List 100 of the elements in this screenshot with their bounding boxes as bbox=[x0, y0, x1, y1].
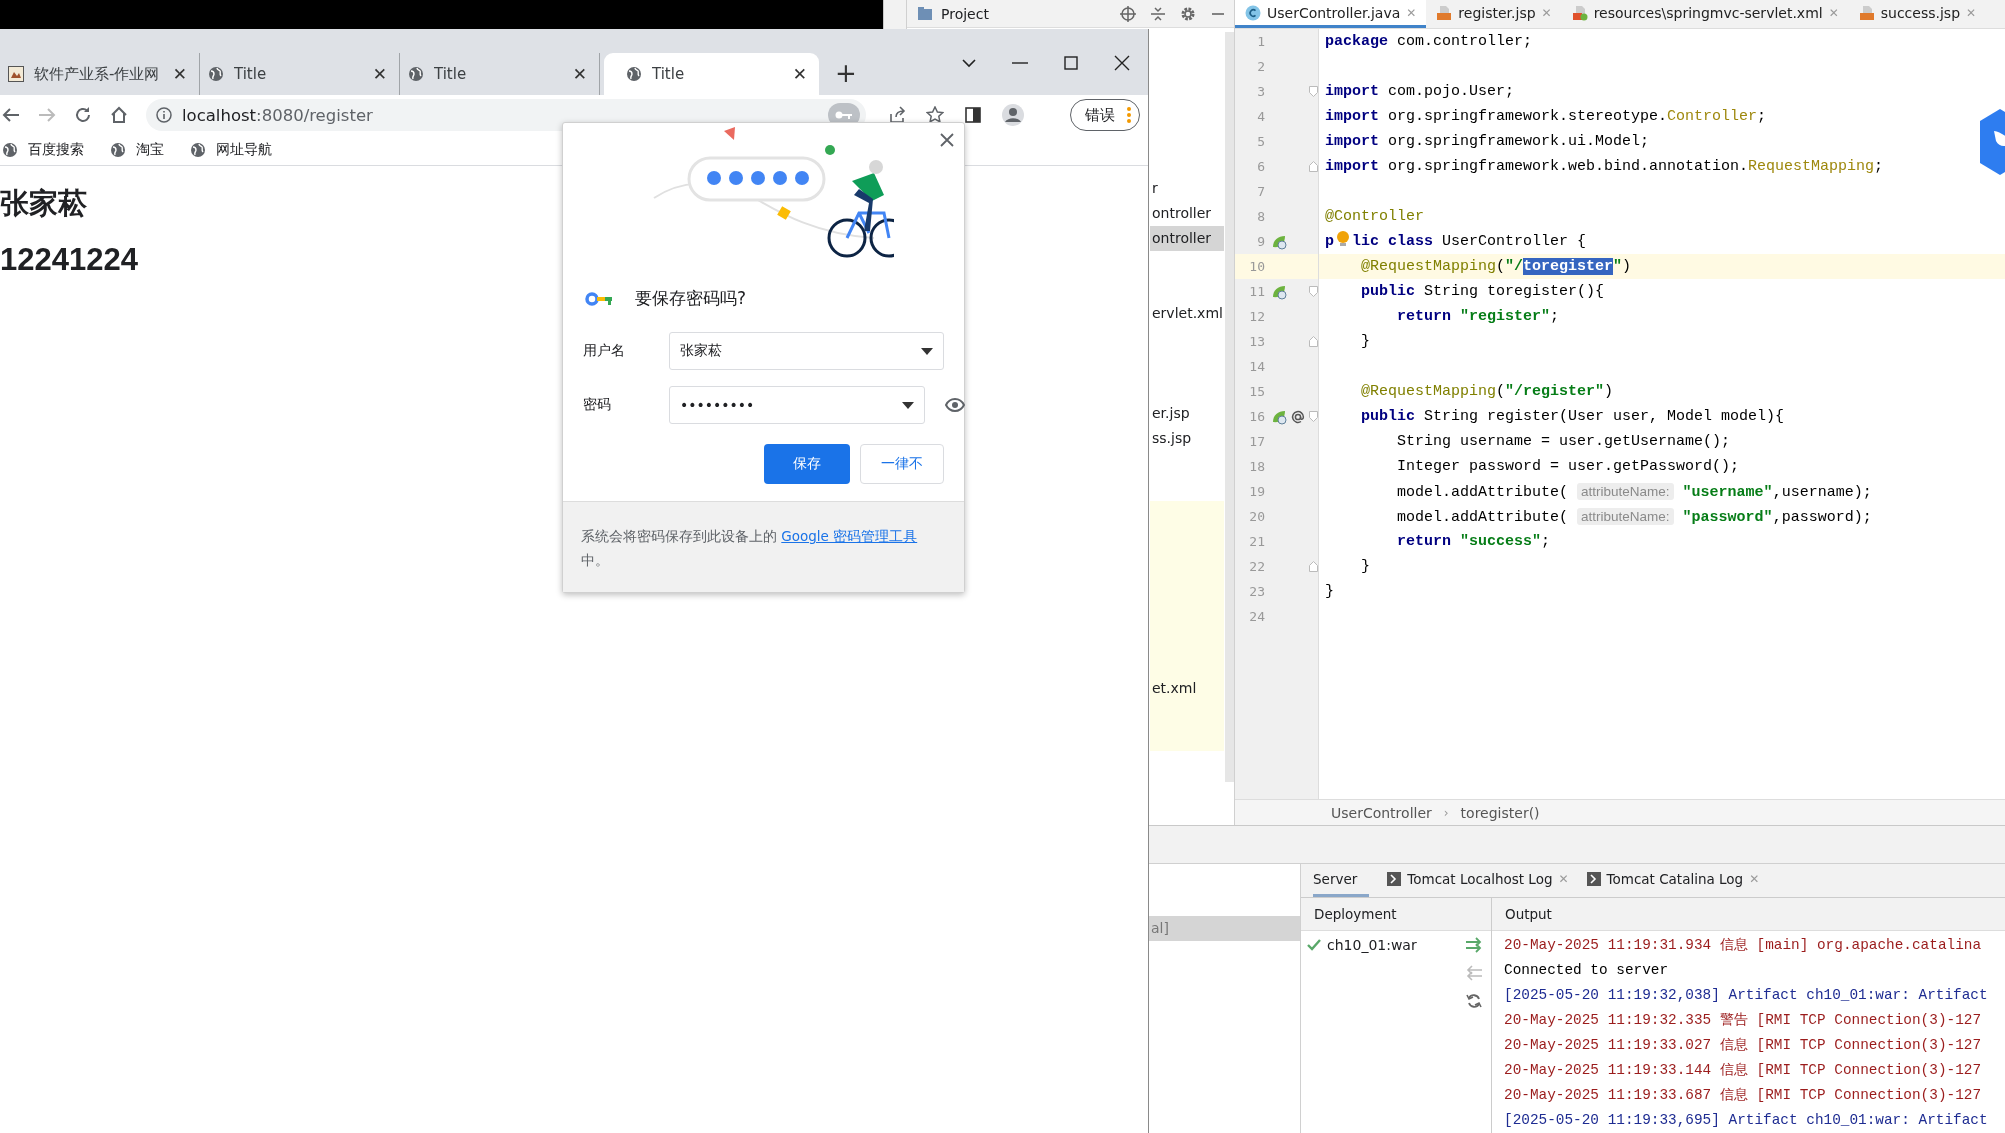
close-icon[interactable]: ✕ bbox=[172, 64, 187, 84]
tree-item[interactable]: ervlet.xml bbox=[1150, 301, 1224, 326]
line-number: 11 bbox=[1248, 283, 1265, 301]
side-panel-icon[interactable] bbox=[964, 106, 982, 124]
bookmark[interactable]: 百度搜索 bbox=[2, 141, 84, 159]
code-line: import com.pojo.User; bbox=[1324, 82, 1516, 102]
tool-tab[interactable]: Tomcat Localhost Log ✕ bbox=[1387, 864, 1569, 897]
close-icon[interactable] bbox=[940, 133, 954, 147]
close-icon[interactable]: ✕ bbox=[572, 64, 587, 84]
code-line: model.addAttribute( attributeName: "username",username); bbox=[1396, 482, 1873, 503]
fold-marker-icon[interactable] bbox=[1309, 336, 1318, 347]
code-line: } bbox=[1360, 557, 1371, 577]
code-line: return "register"; bbox=[1396, 307, 1561, 327]
jsp-file-icon bbox=[1436, 4, 1453, 21]
fold-marker-icon[interactable] bbox=[1309, 161, 1318, 172]
breadcrumb-item[interactable]: toregister() bbox=[1460, 804, 1540, 821]
bookmark[interactable]: 淘宝 bbox=[110, 141, 164, 159]
tool-tab[interactable]: Tomcat Catalina Log ✕ bbox=[1586, 864, 1760, 897]
code-line: import org.springframework.stereotype.Controller; bbox=[1324, 107, 1768, 127]
tab-search-icon[interactable] bbox=[962, 58, 976, 68]
editor-tab[interactable]: register.jsp ✕ bbox=[1426, 0, 1562, 28]
star-icon[interactable] bbox=[926, 106, 944, 124]
tree-item[interactable]: et.xml bbox=[1150, 676, 1224, 701]
username-field[interactable]: 张家菘 bbox=[669, 332, 944, 370]
globe-icon bbox=[190, 142, 206, 158]
dropdown-arrow-icon[interactable] bbox=[902, 401, 914, 409]
code-line: return "success"; bbox=[1396, 532, 1552, 552]
deployment-item[interactable]: ch10_01:war bbox=[1301, 931, 1457, 953]
tree-item[interactable]: r bbox=[1150, 176, 1224, 201]
tree-item[interactable]: er.jsp bbox=[1150, 401, 1224, 426]
line-number: 1 bbox=[1256, 33, 1265, 51]
line-number: 14 bbox=[1248, 358, 1265, 376]
code-line: import org.springframework.ui.Model; bbox=[1324, 132, 1651, 152]
editor-tab[interactable]: resources\springmvc-servlet.xml ✕ bbox=[1561, 0, 1849, 28]
close-icon[interactable] bbox=[1114, 55, 1130, 71]
new-tab-button[interactable]: + bbox=[835, 57, 857, 89]
browser-tab[interactable]: Title ✕ bbox=[400, 53, 600, 95]
scrollbar[interactable] bbox=[1225, 32, 1234, 782]
panel-title[interactable]: Project bbox=[941, 5, 989, 22]
editor-tab[interactable]: success.jsp ✕ bbox=[1848, 0, 1987, 28]
bookmark[interactable]: 网址导航 bbox=[190, 141, 272, 159]
code-line: Integer password = user.getPassword(); bbox=[1396, 457, 1741, 477]
log-line: 20-May-2025 11:19:33.687 信息 [RMI TCP Connection(3)-127 bbox=[1504, 1086, 1983, 1105]
line-number: 6 bbox=[1256, 158, 1265, 176]
line-number: 12 bbox=[1248, 308, 1265, 326]
footer-note: 系统会将密码保存到此设备上的 Google 密码管理工具 中。 bbox=[581, 528, 918, 568]
tree-item[interactable]: ss.jsp bbox=[1150, 426, 1224, 451]
line-number: 9 bbox=[1256, 233, 1265, 251]
browser-tab[interactable]: Title ✕ bbox=[604, 53, 819, 95]
line-number: 18 bbox=[1248, 458, 1265, 476]
xml-file-icon bbox=[1571, 4, 1588, 21]
back-icon[interactable] bbox=[2, 106, 20, 124]
fold-marker-icon[interactable] bbox=[1309, 286, 1318, 297]
code-line: package com.controller; bbox=[1324, 32, 1534, 52]
line-number: 23 bbox=[1248, 583, 1265, 601]
log-line: 20-May-2025 11:19:33.144 信息 [RMI TCP Connection(3)-127 bbox=[1504, 1061, 1983, 1080]
breadcrumb-item[interactable]: UserController bbox=[1331, 804, 1432, 821]
code-line: model.addAttribute( attributeName: "password",password); bbox=[1396, 507, 1873, 528]
globe-icon bbox=[208, 66, 224, 82]
dropdown-arrow-icon[interactable] bbox=[921, 347, 933, 355]
info-icon[interactable] bbox=[156, 107, 172, 123]
home-icon[interactable] bbox=[110, 106, 128, 124]
close-icon[interactable]: ✕ bbox=[372, 64, 387, 84]
globe-icon bbox=[626, 66, 642, 82]
code-line: import org.springframework.web.bind.annotation.RequestMapping; bbox=[1324, 157, 1885, 177]
tree-item[interactable]: ontroller bbox=[1150, 201, 1224, 226]
jsp-file-icon bbox=[1858, 4, 1875, 21]
maximize-icon[interactable] bbox=[1064, 56, 1078, 70]
globe-icon bbox=[408, 66, 424, 82]
line-number: 5 bbox=[1256, 133, 1265, 151]
password-manager-link[interactable]: Google 密码管理工具 bbox=[781, 528, 918, 544]
browser-tab[interactable]: 软件产业系-作业网 ✕ bbox=[0, 53, 200, 95]
profile-icon[interactable] bbox=[1002, 104, 1024, 126]
deploy-icon[interactable] bbox=[1465, 937, 1483, 953]
collapse-icon[interactable] bbox=[1150, 5, 1166, 22]
fold-marker-icon[interactable] bbox=[1309, 86, 1318, 97]
settings-icon[interactable] bbox=[1180, 5, 1196, 22]
tree-item[interactable]: ontroller bbox=[1150, 226, 1224, 251]
share-icon[interactable] bbox=[888, 106, 906, 124]
fold-marker-icon[interactable] bbox=[1309, 411, 1318, 422]
globe-icon bbox=[110, 142, 126, 158]
code-line: @Controller bbox=[1324, 207, 1426, 227]
reload-icon[interactable] bbox=[74, 106, 92, 124]
save-button[interactable]: 保存 bbox=[764, 444, 850, 484]
eye-icon[interactable] bbox=[945, 398, 965, 412]
line-number: 8 bbox=[1256, 208, 1265, 226]
refresh-icon[interactable] bbox=[1466, 993, 1482, 1009]
fold-marker-icon[interactable] bbox=[1309, 561, 1318, 572]
close-icon[interactable]: ✕ bbox=[792, 64, 807, 84]
browser-tab[interactable]: Title ✕ bbox=[200, 53, 400, 95]
dialog-title: 要保存密码吗? bbox=[635, 287, 747, 310]
log-line: 20-May-2025 11:19:31.934 信息 [main] org.apache.catalina bbox=[1504, 936, 1983, 955]
never-button[interactable]: 一律不 bbox=[860, 444, 944, 484]
line-number: 10 bbox=[1248, 258, 1265, 276]
log-line: [2025-05-20 11:19:32,038] Artifact ch10_01:war: Artifact bbox=[1504, 986, 1989, 1005]
editor-tab[interactable]: UserController.java ✕ bbox=[1235, 0, 1427, 28]
password-field[interactable]: ••••••••• bbox=[669, 386, 925, 424]
locate-icon[interactable] bbox=[1120, 5, 1136, 22]
breadcrumb-separator: › bbox=[1443, 805, 1449, 820]
code-line: String username = user.getUsername(); bbox=[1396, 432, 1732, 452]
